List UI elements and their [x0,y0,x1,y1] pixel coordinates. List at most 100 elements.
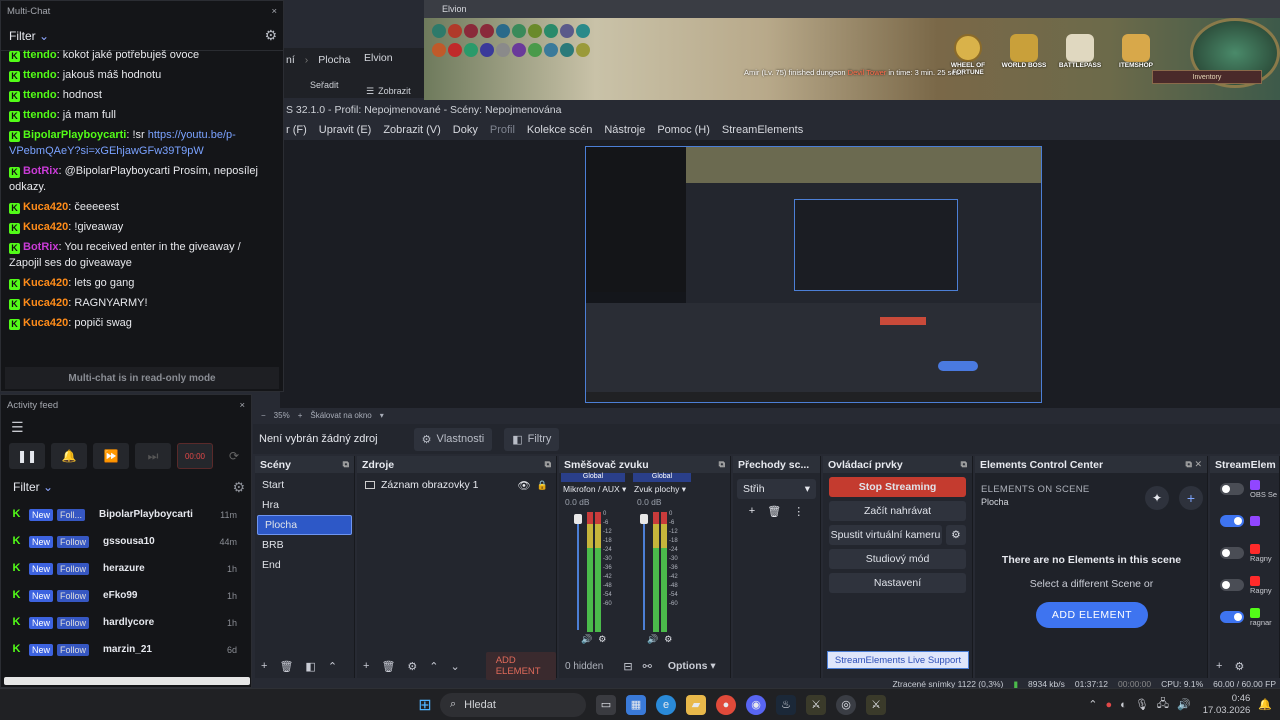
edge-icon[interactable]: e [656,694,676,715]
world-boss-button[interactable]: WORLD BOSS [1000,34,1048,74]
add-icon[interactable]: + [749,505,755,518]
se-toggle[interactable] [1220,579,1244,591]
source-item[interactable]: Záznam obrazovky 1 👁 🔒 [357,475,556,495]
menu-profile[interactable]: Profil [490,124,515,136]
skip-end-icon[interactable]: ⏭ [135,443,171,469]
se-toggle[interactable] [1220,547,1244,559]
chat-message-list[interactable]: Kttendo: kokot jaké potřebuješ ovoce Ktte… [1,45,283,353]
volume-icon[interactable]: 🔊 [1177,698,1191,711]
add-icon[interactable]: + [261,660,267,672]
notification-icon[interactable]: 🔔 [1258,698,1272,711]
trash-icon[interactable]: 🗑 [767,505,781,518]
trash-icon[interactable]: 🗑 [279,660,293,673]
mic-fader-handle[interactable] [574,514,582,524]
more-icon[interactable]: ⋮ [793,505,804,518]
zoom-out-button[interactable]: − [261,411,266,420]
chat-username[interactable]: ttendo [23,69,57,81]
activity-filter-dropdown[interactable]: Filter ⌄ [13,480,53,494]
add-icon[interactable]: + [363,660,369,672]
windows-start-icon[interactable]: ⊞ [415,695,435,715]
chevron-up-icon[interactable]: ⌃ [429,660,438,673]
chat-username[interactable]: BotRix [23,241,58,253]
discord-icon[interactable]: ◉ [746,694,766,715]
undock-icon[interactable]: ⧉ [545,459,551,470]
menu-file[interactable]: r (F) [286,124,307,136]
desktop-gear-icon[interactable]: ⚙ [664,634,672,645]
activity-row[interactable]: K New Foll... BipolarPlayboycarti 11m [1,501,251,528]
sparkle-icon[interactable]: ✦ [1145,486,1169,510]
virtual-camera-button[interactable]: Spustit virtuální kameru [829,525,942,545]
microphone-icon[interactable]: 🎙 [1135,698,1149,711]
transition-select[interactable]: Střih ▾ [737,479,816,499]
lock-icon[interactable]: 🔒 [537,480,548,491]
game-app-icon[interactable]: ⚔ [806,694,826,715]
folder-icon[interactable]: ▰ [686,694,706,715]
mic-channel-select[interactable]: Mikrofon / AUX ▾ [563,484,626,495]
activity-row[interactable]: K New Follow gssousa10 44m [1,528,251,555]
layout-icon[interactable]: ⊟ [623,660,632,673]
scene-item[interactable]: Hra [255,495,354,515]
live-support-button[interactable]: StreamElements Live Support [827,651,969,669]
chat-username[interactable]: Kuca420 [23,221,68,233]
properties-button[interactable]: ⚙ Vlastnosti [413,427,493,451]
network-icon[interactable]: 🖧 [1157,695,1169,714]
steam-icon[interactable]: ♨ [776,694,796,715]
tray-app-icon[interactable]: ◐ [1120,699,1127,711]
scene-item-selected[interactable]: Plocha [257,515,352,535]
menu-edit[interactable]: Upravit (E) [319,124,372,136]
gear-icon[interactable]: ⚙ [1234,660,1244,673]
filter-dropdown[interactable]: Filter ⌄ [9,29,49,43]
tray-app-icon[interactable]: ● [1106,699,1113,711]
close-icon[interactable]: × [271,6,277,17]
bell-icon[interactable]: 🔔 [51,443,87,469]
chat-username[interactable]: ttendo [23,49,57,61]
scene-item[interactable]: BRB [255,535,354,555]
mic-fader-track[interactable] [577,514,579,630]
horizontal-scrollbar[interactable] [4,677,250,685]
desktop-fader-track[interactable] [643,514,645,630]
speaker-icon[interactable]: 🔊 [581,634,592,645]
activity-row[interactable]: K New Follow herazure 1h [1,555,251,582]
breadcrumb-part[interactable]: Elvion [364,52,393,68]
itemshop-button[interactable]: ITEMSHOP [1112,34,1160,74]
game-app-icon-2[interactable]: ⚔ [866,694,886,715]
start-recording-button[interactable]: Začít nahrávat [829,501,966,521]
undock-icon[interactable]: ⧉ [961,459,967,470]
add-element-button[interactable]: ADD ELEMENT [1036,602,1148,628]
chat-username[interactable]: ttendo [23,109,57,121]
chevron-up-icon[interactable]: ⌃ [328,660,337,673]
chrome-icon[interactable]: ● [716,694,736,715]
battlepass-button[interactable]: BATTLEPASS [1056,34,1104,74]
chevron-down-icon[interactable]: ▾ [380,411,384,420]
mic-gear-icon[interactable]: ⚙ [598,634,606,645]
gear-icon[interactable]: ⚙ [232,479,245,496]
gear-icon[interactable]: ⚙ [264,27,277,44]
taskbar-search[interactable]: ⌕ Hledat [440,692,586,717]
studio-mode-button[interactable]: Studiový mód [829,549,966,569]
activity-row[interactable]: K New Follow eFko99 1h [1,582,251,609]
chat-username[interactable]: Kuca420 [23,201,68,213]
pause-icon[interactable]: ❚❚ [9,443,45,469]
activity-timer[interactable]: 00:00 [177,443,213,469]
clock[interactable]: 0:46 17.03.2026 [1203,693,1251,717]
desktop-fader-handle[interactable] [640,514,648,524]
speaker-icon[interactable]: 🔊 [647,634,658,645]
settings-button[interactable]: Nastavení [829,573,966,593]
menu-docks[interactable]: Doky [453,124,478,136]
chat-username[interactable]: Kuca420 [23,297,68,309]
scale-mode-select[interactable]: Škálovat na okno [310,411,371,420]
view-button[interactable]: ☰ Zobrazit [366,86,411,97]
add-element-button[interactable]: ADD ELEMENT [485,652,556,680]
preview-canvas[interactable] [585,146,1042,403]
undock-icon[interactable]: ⧉ [719,459,725,470]
filters-button[interactable]: ◧ Filtry [504,427,560,451]
game-window[interactable]: Elvion Amir (Lv. 75) finished dungeon De… [424,0,1280,100]
chat-username[interactable]: ttendo [23,89,57,101]
menu-tools[interactable]: Nástroje [604,124,645,136]
scene-item[interactable]: Start [255,475,354,495]
scene-item[interactable]: End [255,555,354,575]
breadcrumb-part[interactable]: Plocha [318,54,350,66]
widgets-icon[interactable]: ▦ [626,694,646,715]
chat-username[interactable]: BotRix [23,165,58,177]
sort-button[interactable]: Seřadit [310,80,339,90]
